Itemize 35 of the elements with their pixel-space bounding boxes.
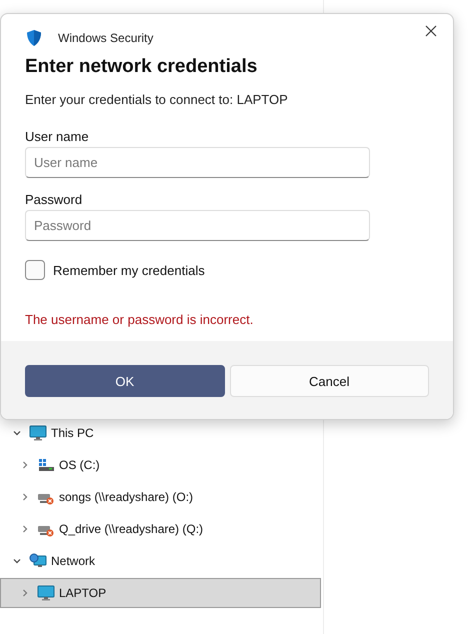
tree-item[interactable]: This PC [0,418,321,448]
error-message: The username or password is incorrect. [25,312,254,327]
tree-item[interactable]: Q_drive (\\readyshare) (Q:) [0,514,321,544]
tree-item-label: OS (C:) [59,458,100,472]
drive-icon [37,457,55,473]
chevron-icon[interactable] [20,492,30,502]
dialog-heading: Enter network credentials [25,56,258,78]
input-field[interactable]: User name [25,147,370,178]
tree-item-label: LAPTOP [59,586,106,600]
ok-button[interactable]: OK [25,365,224,397]
tree-item[interactable]: Network [0,546,321,576]
app-title: Windows Security [58,31,154,45]
tree-item[interactable]: songs (\\readyshare) (O:) [0,482,321,512]
chevron-icon[interactable] [12,428,22,438]
tree-item-label: This PC [51,426,94,440]
tree-item-label: Q_drive (\\readyshare) (Q:) [59,522,204,536]
close-icon[interactable] [425,25,437,37]
chevron-icon[interactable] [12,556,22,566]
tree-item[interactable]: OS (C:) [0,450,321,480]
checkbox[interactable] [25,260,45,280]
chevron-icon[interactable] [20,460,30,470]
checkbox-label: Remember my credentials [53,262,205,278]
monitor-icon [37,585,55,601]
dialog-subtitle: Enter your credentials to connect to: LAPTOP [25,92,289,107]
monitor-icon [29,425,47,441]
tree-item-label: songs (\\readyshare) (O:) [59,490,194,504]
field-label: User name [25,129,90,144]
shield-icon [26,29,42,47]
field-label: Password [25,192,84,207]
network-icon [29,553,47,569]
cancel-button[interactable]: Cancel [230,365,429,397]
tree-item-label: Network [51,554,96,568]
tree-item[interactable]: LAPTOP [0,578,321,608]
input-field[interactable]: Password [25,210,370,241]
chevron-icon[interactable] [20,524,30,534]
